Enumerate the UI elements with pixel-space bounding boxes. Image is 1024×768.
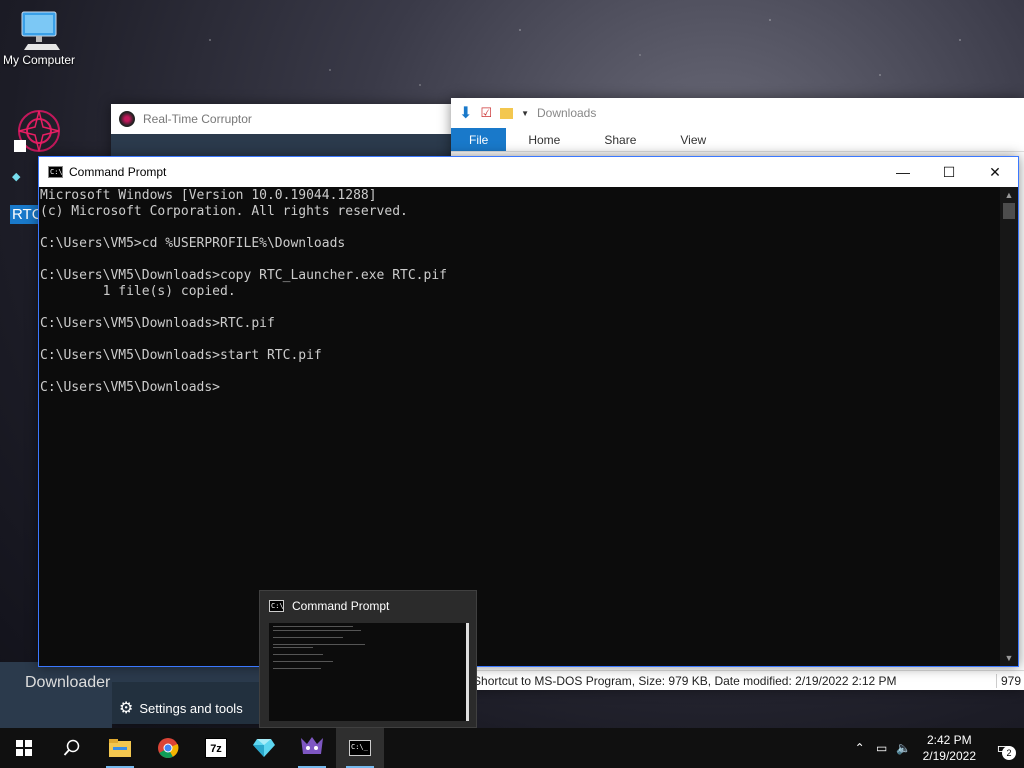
clock-date: 2/19/2022 <box>922 749 976 763</box>
tab-share[interactable]: Share <box>582 128 658 151</box>
taskbar-gem-app[interactable] <box>240 728 288 768</box>
gear-icon: ⚙ <box>119 700 134 717</box>
tab-view[interactable]: View <box>658 128 728 151</box>
taskbar-chrome[interactable] <box>144 728 192 768</box>
thumbnail-text-line <box>273 661 333 662</box>
command-prompt-window[interactable]: C:\ Command Prompt — ☐ ✕ Microsoft Windo… <box>38 156 1019 667</box>
command-prompt-icon: C:\ <box>48 166 63 178</box>
cmd-window-title: Command Prompt <box>69 165 167 179</box>
ribbon-tabs: File Home Share View <box>451 128 1024 152</box>
windows-start-icon <box>16 740 32 756</box>
thumbnail-text-line <box>273 626 353 627</box>
system-tray: ⌃ ▭ 🔈 2:42 PM 2/19/2022 ▭ 2 <box>849 728 1024 768</box>
scroll-thumb[interactable] <box>1003 203 1015 219</box>
my-computer-desktop-icon[interactable]: My Computer <box>0 8 78 67</box>
thumbnail-titlebar: C:\ Command Prompt <box>260 591 476 621</box>
chrome-icon <box>158 738 179 759</box>
gem-icon <box>253 739 275 757</box>
command-prompt-icon: C:\ <box>269 600 284 612</box>
downloader-label: Downloader <box>25 674 111 691</box>
thumbnail-text-line <box>273 644 365 645</box>
status-text: pe: Shortcut to MS-DOS Program, Size: 97… <box>453 673 897 688</box>
my-computer-label: My Computer <box>2 53 76 67</box>
taskbar-command-prompt[interactable]: C:\_ <box>336 728 384 768</box>
settings-and-tools-button[interactable]: ⚙ Settings and tools <box>119 698 243 718</box>
taskbar: 7z C:\_ ⌃ ▭ 🔈 2:42 PM 2/19/2022 ▭ 2 <box>0 728 1024 768</box>
taskbar-rtc[interactable] <box>288 728 336 768</box>
thumbnail-text-line <box>273 637 343 638</box>
thumbnail-text-line <box>273 654 323 655</box>
explorer-titlebar[interactable]: ⬇ ☑ ▼ Downloads <box>451 98 1024 128</box>
rtc-logo-icon <box>119 111 135 127</box>
settings-label: Settings and tools <box>139 700 243 716</box>
tab-file[interactable]: File <box>451 128 507 151</box>
taskbar-file-explorer[interactable] <box>96 728 144 768</box>
tab-home[interactable]: Home <box>506 128 582 151</box>
scroll-down-icon[interactable]: ▼ <box>1000 650 1018 666</box>
command-prompt-icon: C:\_ <box>349 740 371 756</box>
shortcut-arrow-icon <box>14 140 26 152</box>
taskbar-thumbnail-preview[interactable]: C:\ Command Prompt <box>259 590 477 728</box>
monitor-icon <box>21 11 60 50</box>
gem-desktop-icon[interactable]: ◆ <box>12 170 20 183</box>
rtc-icon <box>301 737 323 754</box>
taskbar-7zip[interactable]: 7z <box>192 728 240 768</box>
action-center-button[interactable]: ▭ 2 <box>984 728 1024 768</box>
notification-count-badge: 2 <box>1002 746 1016 760</box>
cmd-titlebar[interactable]: C:\ Command Prompt — ☐ ✕ <box>39 157 1018 187</box>
rtc-window-title: Real-Time Corruptor <box>143 112 252 126</box>
new-folder-icon[interactable] <box>500 107 514 119</box>
clock[interactable]: 2:42 PM 2/19/2022 <box>915 732 984 764</box>
volume-icon[interactable]: 🔈 <box>893 741 915 755</box>
properties-icon[interactable]: ☑ <box>480 105 492 121</box>
console-output[interactable]: Microsoft Windows [Version 10.0.19044.12… <box>39 187 1000 666</box>
status-size-column: 979 K <box>996 673 1024 688</box>
desktop: My Computer ◆ RTC Real-Time Corruptor ⚙ … <box>0 0 1024 728</box>
file-explorer-icon <box>109 739 131 757</box>
close-button[interactable]: ✕ <box>972 157 1018 187</box>
search-button[interactable] <box>48 728 96 768</box>
thumbnail-image[interactable] <box>269 623 469 721</box>
thumbnail-title: Command Prompt <box>292 599 390 613</box>
thumbnail-text-line <box>273 630 361 631</box>
thumbnail-text-line <box>273 647 313 648</box>
clock-time: 2:42 PM <box>926 733 972 747</box>
explorer-window-title: Downloads <box>536 106 597 120</box>
thumbnail-text-line <box>273 668 321 669</box>
7zip-icon: 7z <box>205 738 227 758</box>
start-button[interactable] <box>0 728 48 768</box>
rtc-titlebar[interactable]: Real-Time Corruptor <box>111 104 456 134</box>
explorer-status-bar: pe: Shortcut to MS-DOS Program, Size: 97… <box>451 670 1024 690</box>
search-icon <box>63 739 80 756</box>
quick-access-dropdown-icon[interactable]: ▼ <box>521 109 529 118</box>
minimize-button[interactable]: — <box>880 157 926 187</box>
vertical-scrollbar[interactable]: ▲ ▼ <box>1000 187 1018 666</box>
chevron-up-icon[interactable]: ⌃ <box>849 741 871 755</box>
maximize-button[interactable]: ☐ <box>926 157 972 187</box>
network-icon[interactable]: ▭ <box>871 741 893 755</box>
downloader-panel[interactable]: Downloader <box>0 662 112 728</box>
scroll-up-icon[interactable]: ▲ <box>1000 187 1018 203</box>
download-arrow-icon: ⬇ <box>459 105 473 122</box>
